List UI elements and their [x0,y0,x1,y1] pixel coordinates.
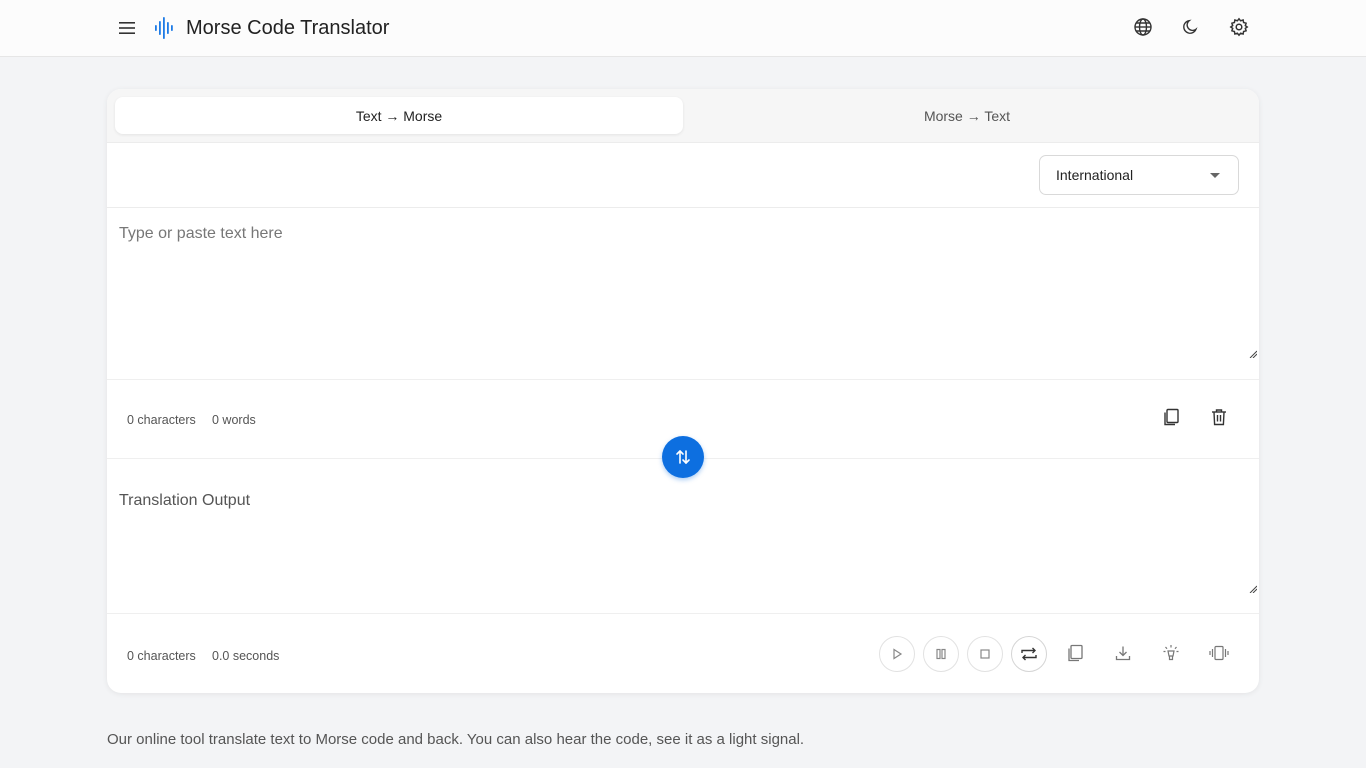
vibrate-icon [1209,645,1229,661]
download-button[interactable] [1109,639,1137,667]
tab-morse-to-text[interactable]: Morse → Text [683,97,1251,134]
copy-icon [1164,408,1179,426]
repeat-button[interactable] [1011,636,1047,672]
resize-grip-icon[interactable] [1249,350,1257,358]
lightbulb-icon [1163,645,1179,661]
input-word-count: 0 words [212,413,256,427]
output-stats-row: 0 characters 0.0 seconds [107,613,1259,693]
top-bar: Morse Code Translator [0,0,1366,57]
play-icon [893,648,903,660]
pause-button[interactable] [923,636,959,672]
output-label: Translation Output [119,492,251,509]
copy-icon [1068,644,1083,662]
hamburger-icon [119,22,135,34]
output-duration: 0.0 seconds [212,649,280,663]
language-button[interactable] [1131,15,1155,39]
download-icon [1115,646,1131,661]
resize-grip-icon[interactable] [1249,585,1257,593]
swap-direction-button[interactable] [662,436,704,478]
morse-standard-select[interactable]: International [1039,155,1239,195]
gear-icon [1229,17,1249,37]
menu-button[interactable] [115,16,139,40]
play-button[interactable] [879,636,915,672]
vibrate-button[interactable] [1205,639,1233,667]
settings-button[interactable] [1227,15,1251,39]
theme-toggle-button[interactable] [1179,15,1203,39]
copy-input-button[interactable] [1157,403,1185,431]
mode-tabs: Text → Morse Morse → Text [107,89,1259,143]
stop-icon [980,649,990,659]
text-input[interactable] [107,209,1259,379]
app-title: Morse Code Translator [186,17,390,39]
input-char-count: 0 characters [127,413,196,427]
tab-text-to-morse[interactable]: Text → Morse [115,97,683,134]
select-value: International [1056,167,1134,183]
trash-icon [1212,409,1226,426]
options-row: International [107,143,1259,208]
output-area[interactable] [107,479,1259,613]
output-char-count: 0 characters [127,649,196,663]
light-signal-button[interactable] [1157,639,1185,667]
pause-icon [936,648,946,660]
tool-description: Our online tool translate text to Morse … [107,731,805,748]
swap-arrows-icon [676,450,690,464]
repeat-icon [1021,647,1037,661]
clear-input-button[interactable] [1205,403,1233,431]
stop-button[interactable] [967,636,1003,672]
globe-icon [1134,18,1152,36]
copy-output-button[interactable] [1061,639,1089,667]
translator-card: Text → Morse Morse → Text International … [107,89,1259,693]
sound-wave-icon [155,17,173,39]
caret-down-icon [1210,173,1220,178]
moon-icon [1183,19,1198,34]
